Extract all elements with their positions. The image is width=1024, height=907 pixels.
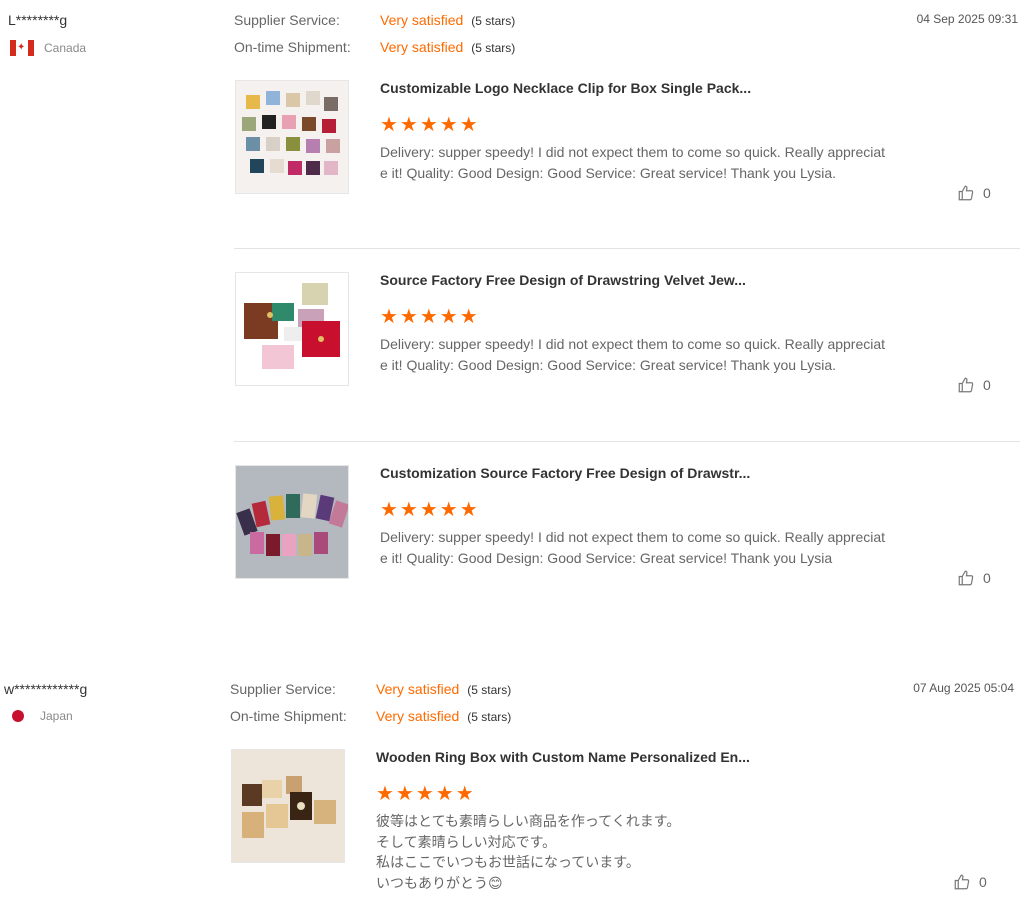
product-star-rating: ★★★★★ (380, 499, 480, 521)
country-label: Canada (44, 41, 87, 55)
like-count: 0 (983, 377, 991, 393)
supplier-service-count: (5 stars) (467, 683, 512, 697)
thumbs-up-icon (958, 185, 974, 201)
reviewed-product: Wooden Ring Box with Custom Name Persona… (231, 749, 1021, 899)
shipment-label: On-time Shipment: (230, 708, 347, 724)
product-star-rating: ★★★★★ (380, 114, 480, 136)
reviewed-product: Customization Source Factory Free Design… (235, 465, 1024, 615)
product-title[interactable]: Customization Source Factory Free Design… (380, 465, 750, 481)
review-date: 04 Sep 2025 09:31 (916, 12, 1018, 26)
reviewer-name: L********g (8, 12, 68, 28)
like-button[interactable]: 0 (953, 873, 987, 891)
review-comment: 彼等はとても素晴らしい商品を作ってくれます。 そして素晴らしい対応です。 私はこ… (376, 813, 681, 891)
review-date: 07 Aug 2025 05:04 (913, 681, 1014, 695)
canada-flag-icon (10, 40, 34, 56)
supplier-service-label: Supplier Service: (234, 12, 340, 28)
reviewer-name: w************g (4, 681, 88, 697)
like-count: 0 (983, 570, 991, 586)
product-title[interactable]: Wooden Ring Box with Custom Name Persona… (376, 749, 750, 765)
like-count: 0 (979, 874, 987, 890)
like-button[interactable]: 0 (957, 569, 991, 587)
product-thumbnail[interactable] (231, 749, 345, 863)
product-title[interactable]: Source Factory Free Design of Drawstring… (380, 272, 746, 288)
shipment-label: On-time Shipment: (234, 39, 351, 55)
supplier-service-rating: Supplier Service: Very satisfied (5 star… (234, 12, 515, 28)
item-divider (234, 248, 1020, 249)
supplier-service-value: Very satisfied (376, 681, 460, 697)
supplier-service-label: Supplier Service: (230, 681, 336, 697)
supplier-service-count: (5 stars) (471, 14, 516, 28)
reviewed-product: Source Factory Free Design of Drawstring… (235, 272, 1024, 422)
shipment-value: Very satisfied (376, 708, 460, 724)
reviewer-country: Japan (12, 709, 73, 723)
supplier-service-value: Very satisfied (380, 12, 464, 28)
product-star-rating: ★★★★★ (380, 306, 480, 328)
thumbs-up-icon (958, 570, 974, 586)
country-label: Japan (40, 709, 73, 723)
like-count: 0 (983, 185, 991, 201)
shipment-count: (5 stars) (471, 41, 516, 55)
product-thumbnail[interactable] (235, 80, 349, 194)
shipment-value: Very satisfied (380, 39, 464, 55)
shipment-rating: On-time Shipment: Very satisfied (5 star… (230, 708, 511, 724)
product-title[interactable]: Customizable Logo Necklace Clip for Box … (380, 80, 751, 96)
shipment-count: (5 stars) (467, 710, 512, 724)
item-divider (234, 441, 1020, 442)
reviewed-product: Customizable Logo Necklace Clip for Box … (235, 80, 1024, 230)
like-button[interactable]: 0 (957, 184, 991, 202)
product-star-rating: ★★★★★ (376, 783, 476, 805)
thumbs-up-icon (958, 377, 974, 393)
review-comment: Delivery: supper speedy! I did not expec… (380, 144, 886, 181)
review-comment: Delivery: supper speedy! I did not expec… (380, 336, 886, 373)
like-button[interactable]: 0 (957, 376, 991, 394)
product-thumbnail[interactable] (235, 272, 349, 386)
shipment-rating: On-time Shipment: Very satisfied (5 star… (234, 39, 515, 55)
reviewer-country: Canada (10, 40, 86, 56)
japan-flag-icon (12, 710, 24, 722)
thumbs-up-icon (954, 874, 970, 890)
product-thumbnail[interactable] (235, 465, 349, 579)
supplier-service-rating: Supplier Service: Very satisfied (5 star… (230, 681, 511, 697)
review-comment: Delivery: supper speedy! I did not expec… (380, 529, 886, 566)
